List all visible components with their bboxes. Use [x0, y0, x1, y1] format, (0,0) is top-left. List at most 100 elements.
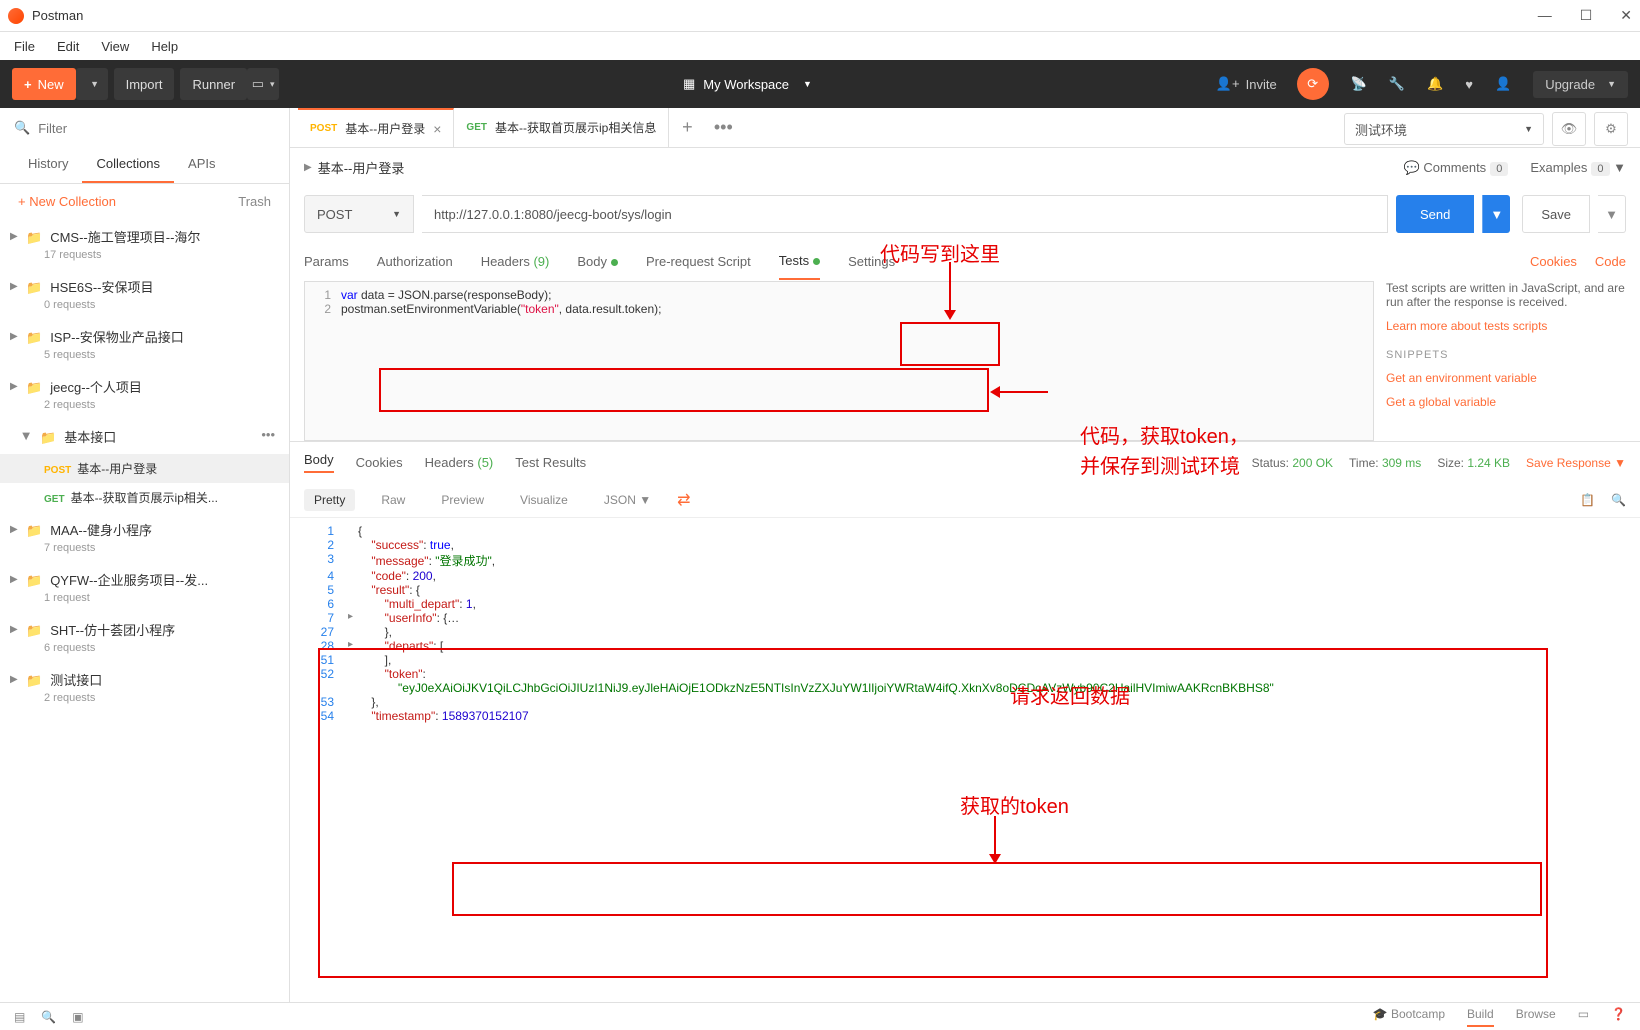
request-item[interactable]: GET基本--获取首页展示ip相关...	[0, 483, 289, 512]
runner-button[interactable]: Runner	[180, 68, 247, 100]
grid-icon: ▦	[683, 76, 695, 92]
menu-file[interactable]: File	[14, 39, 35, 54]
resp-tab-tests[interactable]: Test Results	[515, 455, 586, 470]
search-response-icon[interactable]: 🔍	[1611, 493, 1626, 507]
person-plus-icon: 👤+	[1216, 76, 1240, 92]
tests-code-editor[interactable]: 1var data = JSON.parse(responseBody); 2p…	[304, 281, 1374, 441]
folder-icon: 📁	[26, 330, 42, 345]
request-tab[interactable]: POST基本--用户登录×	[298, 108, 454, 147]
bell-icon[interactable]: 🔔	[1427, 76, 1443, 92]
folder-icon: 📁	[26, 673, 42, 688]
tab-apis[interactable]: APIs	[174, 148, 229, 183]
comments-button[interactable]: 💬 Comments0	[1404, 160, 1509, 176]
avatar-icon[interactable]: 👤	[1495, 76, 1511, 92]
collection-item[interactable]: ▶📁jeecg--个人项目2 requests	[0, 369, 289, 419]
snippet-link[interactable]: Get an environment variable	[1386, 371, 1626, 385]
content: 测试环境▼ 👁 ⚙ POST基本--用户登录× GET基本--获取首页展示ip相…	[290, 108, 1640, 1002]
wrap-icon[interactable]: ⇄	[677, 490, 690, 510]
new-collection-button[interactable]: + New Collection	[18, 194, 116, 209]
menu-edit[interactable]: Edit	[57, 39, 79, 54]
environment-selector[interactable]: 测试环境▼	[1344, 113, 1544, 145]
import-button[interactable]: Import	[114, 68, 175, 100]
help-icon[interactable]: ❓	[1611, 1007, 1626, 1027]
tab-collections[interactable]: Collections	[82, 148, 174, 183]
menu-help[interactable]: Help	[151, 39, 178, 54]
close-button[interactable]: ✕	[1620, 7, 1632, 24]
eye-icon[interactable]: 👁	[1552, 112, 1586, 146]
toolbar: +New ▼ Import Runner ▭▾ ▦ My Workspace ▼…	[0, 60, 1640, 108]
bootcamp-link[interactable]: 🎓 Bootcamp	[1373, 1007, 1445, 1027]
new-button[interactable]: +New	[12, 68, 76, 100]
collection-item[interactable]: ▶📁ISP--安保物业产品接口5 requests	[0, 319, 289, 369]
trash-link[interactable]: Trash	[238, 194, 271, 209]
invite-button[interactable]: 👤+ Invite	[1216, 76, 1277, 92]
examples-button[interactable]: Examples0 ▼	[1530, 160, 1626, 175]
tab-auth[interactable]: Authorization	[377, 244, 453, 279]
gear-icon[interactable]: ⚙	[1594, 112, 1628, 146]
tab-params[interactable]: Params	[304, 244, 349, 279]
console-icon[interactable]: ▣	[72, 1010, 83, 1024]
save-response-button[interactable]: Save Response ▼	[1526, 456, 1626, 470]
sync-icon[interactable]: ⟳	[1297, 68, 1329, 100]
collection-item[interactable]: ▶📁基本接口•••	[0, 419, 289, 454]
view-raw[interactable]: Raw	[371, 489, 415, 511]
close-tab-icon[interactable]: ×	[433, 121, 441, 137]
save-button[interactable]: Save	[1522, 195, 1590, 233]
snippet-link[interactable]: Get a global variable	[1386, 395, 1626, 409]
method-selector[interactable]: POST▼	[304, 195, 414, 233]
find-icon[interactable]: 🔍	[41, 1010, 56, 1024]
browse-link[interactable]: Browse	[1516, 1007, 1556, 1027]
collection-item[interactable]: ▶📁MAA--健身小程序7 requests	[0, 512, 289, 562]
url-input[interactable]	[422, 195, 1388, 233]
panes-icon[interactable]: ▭	[1578, 1007, 1589, 1027]
new-tab-button[interactable]: +	[669, 117, 705, 138]
code-link[interactable]: Code	[1595, 254, 1626, 269]
tab-settings[interactable]: Settings	[848, 244, 895, 279]
sidebar-toggle-icon[interactable]: ▤	[14, 1010, 25, 1024]
send-button[interactable]: Send	[1396, 195, 1474, 233]
search-icon: 🔍	[14, 120, 30, 136]
filter-input[interactable]	[38, 121, 275, 136]
tab-history[interactable]: History	[14, 148, 82, 183]
view-pretty[interactable]: Pretty	[304, 489, 355, 511]
minimize-button[interactable]: —	[1538, 7, 1552, 24]
new-dropdown[interactable]: ▼	[76, 68, 108, 100]
collection-item[interactable]: ▶📁QYFW--企业服务项目--发...1 request	[0, 562, 289, 612]
copy-icon[interactable]: 📋	[1580, 493, 1595, 507]
collection-item[interactable]: ▶📁测试接口2 requests	[0, 662, 289, 712]
resp-tab-cookies[interactable]: Cookies	[356, 455, 403, 470]
tab-body[interactable]: Body	[577, 244, 618, 279]
filter-search[interactable]: 🔍	[0, 108, 289, 148]
wrench-icon[interactable]: 🔧	[1389, 76, 1405, 92]
breadcrumb: ▶基本--用户登录 💬 Comments0 Examples0 ▼	[290, 148, 1640, 187]
heart-icon[interactable]: ♥	[1465, 77, 1473, 92]
build-link[interactable]: Build	[1467, 1007, 1494, 1027]
menu-view[interactable]: View	[101, 39, 129, 54]
folder-icon: 📁	[26, 523, 42, 538]
tab-prerequest[interactable]: Pre-request Script	[646, 244, 751, 279]
view-preview[interactable]: Preview	[431, 489, 494, 511]
format-selector[interactable]: JSON ▼	[594, 489, 661, 511]
resp-tab-body[interactable]: Body	[304, 452, 334, 473]
collection-item[interactable]: ▶📁HSE6S--安保项目0 requests	[0, 269, 289, 319]
request-item[interactable]: POST基本--用户登录	[0, 454, 289, 483]
satellite-icon[interactable]: 📡	[1351, 76, 1367, 92]
collection-item[interactable]: ▶📁CMS--施工管理项目--海尔17 requests	[0, 219, 289, 269]
cookies-link[interactable]: Cookies	[1530, 254, 1577, 269]
tab-tests[interactable]: Tests	[779, 243, 820, 280]
upgrade-button[interactable]: Upgrade▼	[1533, 71, 1628, 98]
save-dropdown[interactable]: ▼	[1598, 195, 1626, 233]
tab-menu-button[interactable]: •••	[705, 117, 741, 138]
resp-tab-headers[interactable]: Headers (5)	[425, 455, 494, 470]
collection-item[interactable]: ▶📁SHT--仿十荟团小程序6 requests	[0, 612, 289, 662]
plus-icon: +	[24, 77, 32, 92]
tab-headers[interactable]: Headers (9)	[481, 244, 550, 279]
request-tab[interactable]: GET基本--获取首页展示ip相关信息	[454, 108, 669, 147]
send-dropdown[interactable]: ▼	[1482, 195, 1510, 233]
workspace-selector[interactable]: ▦ My Workspace ▼	[683, 76, 812, 92]
maximize-button[interactable]: ☐	[1580, 7, 1593, 24]
window-button[interactable]: ▭▾	[247, 68, 279, 100]
learn-more-link[interactable]: Learn more about tests scripts	[1386, 319, 1626, 333]
view-visualize[interactable]: Visualize	[510, 489, 578, 511]
response-body[interactable]: 1{ 2 "success": true, 3 "message": "登录成功…	[290, 518, 1640, 1002]
